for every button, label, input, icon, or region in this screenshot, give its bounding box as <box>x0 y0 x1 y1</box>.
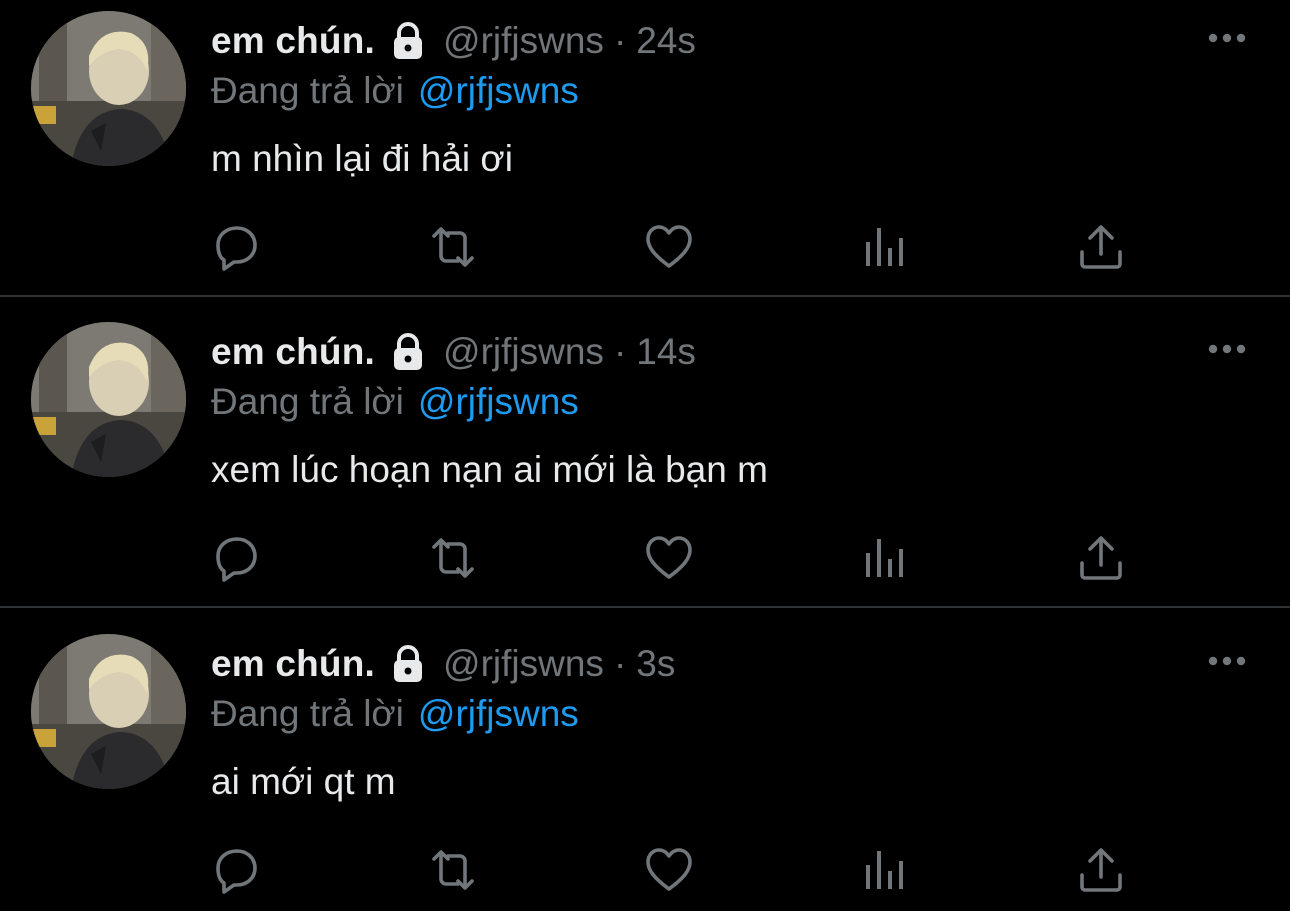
user-handle[interactable]: @rjfjswns <box>443 331 604 373</box>
more-icon[interactable] <box>1206 337 1248 361</box>
avatar-image <box>31 11 186 166</box>
like-icon[interactable] <box>644 845 694 895</box>
tweet[interactable]: em chún. @rjfjswns · 24s Đang trả lời @r… <box>0 0 1290 296</box>
separator-dot: · <box>613 643 627 684</box>
user-handle[interactable]: @rjfjswns <box>443 643 604 685</box>
tweet-header: em chún. @rjfjswns · 14s <box>211 329 696 375</box>
timestamp[interactable]: 3s <box>636 643 675 685</box>
like-icon[interactable] <box>644 533 694 583</box>
timestamp[interactable]: 24s <box>636 20 696 62</box>
lock-icon <box>387 643 429 685</box>
retweet-icon[interactable] <box>428 533 478 583</box>
avatar-image <box>31 322 186 477</box>
display-name[interactable]: em chún. <box>211 20 375 62</box>
timestamp[interactable]: 14s <box>636 331 696 373</box>
lock-icon <box>387 331 429 373</box>
views-icon[interactable] <box>860 533 910 583</box>
reply-context: Đang trả lời @rjfjswns <box>211 691 579 737</box>
views-icon[interactable] <box>860 222 910 272</box>
tweet-header: em chún. @rjfjswns · 24s <box>211 18 696 64</box>
tweet[interactable]: em chún. @rjfjswns · 14s Đang trả lời @r… <box>0 311 1290 607</box>
avatar[interactable] <box>31 11 186 166</box>
user-handle[interactable]: @rjfjswns <box>443 20 604 62</box>
display-name[interactable]: em chún. <box>211 331 375 373</box>
display-name[interactable]: em chún. <box>211 643 375 685</box>
share-icon[interactable] <box>1076 533 1126 583</box>
more-icon[interactable] <box>1206 26 1248 50</box>
tweet-actions <box>0 222 1290 272</box>
reply-mention-link[interactable]: @rjfjswns <box>418 381 579 423</box>
reply-icon[interactable] <box>212 845 262 895</box>
like-icon[interactable] <box>644 222 694 272</box>
retweet-icon[interactable] <box>428 845 478 895</box>
tweet-actions <box>0 533 1290 583</box>
reply-label: Đang trả lời <box>211 70 404 111</box>
tweet-header: em chún. @rjfjswns · 3s <box>211 641 675 687</box>
lock-icon <box>387 20 429 62</box>
divider <box>0 295 1290 297</box>
avatar-image <box>31 634 186 789</box>
avatar[interactable] <box>31 322 186 477</box>
more-icon[interactable] <box>1206 649 1248 673</box>
reply-icon[interactable] <box>212 222 262 272</box>
share-icon[interactable] <box>1076 222 1126 272</box>
reply-mention-link[interactable]: @rjfjswns <box>418 693 579 735</box>
reply-label: Đang trả lời <box>211 693 404 734</box>
tweet-text: ai mới qt m <box>211 761 396 802</box>
tweet-feed: em chún. @rjfjswns · 24s Đang trả lời @r… <box>0 0 1290 911</box>
tweet-text: m nhìn lại đi hải ơi <box>211 138 513 179</box>
tweet[interactable]: em chún. @rjfjswns · 3s Đang trả lời @rj… <box>0 623 1290 911</box>
retweet-icon[interactable] <box>428 222 478 272</box>
divider <box>0 606 1290 608</box>
share-icon[interactable] <box>1076 845 1126 895</box>
reply-context: Đang trả lời @rjfjswns <box>211 379 579 425</box>
tweet-actions <box>0 845 1290 895</box>
tweet-text: xem lúc hoạn nạn ai mới là bạn m <box>211 449 768 490</box>
views-icon[interactable] <box>860 845 910 895</box>
reply-icon[interactable] <box>212 533 262 583</box>
separator-dot: · <box>613 331 627 372</box>
reply-mention-link[interactable]: @rjfjswns <box>418 70 579 112</box>
reply-context: Đang trả lời @rjfjswns <box>211 68 579 114</box>
separator-dot: · <box>613 20 627 61</box>
reply-label: Đang trả lời <box>211 381 404 422</box>
avatar[interactable] <box>31 634 186 789</box>
